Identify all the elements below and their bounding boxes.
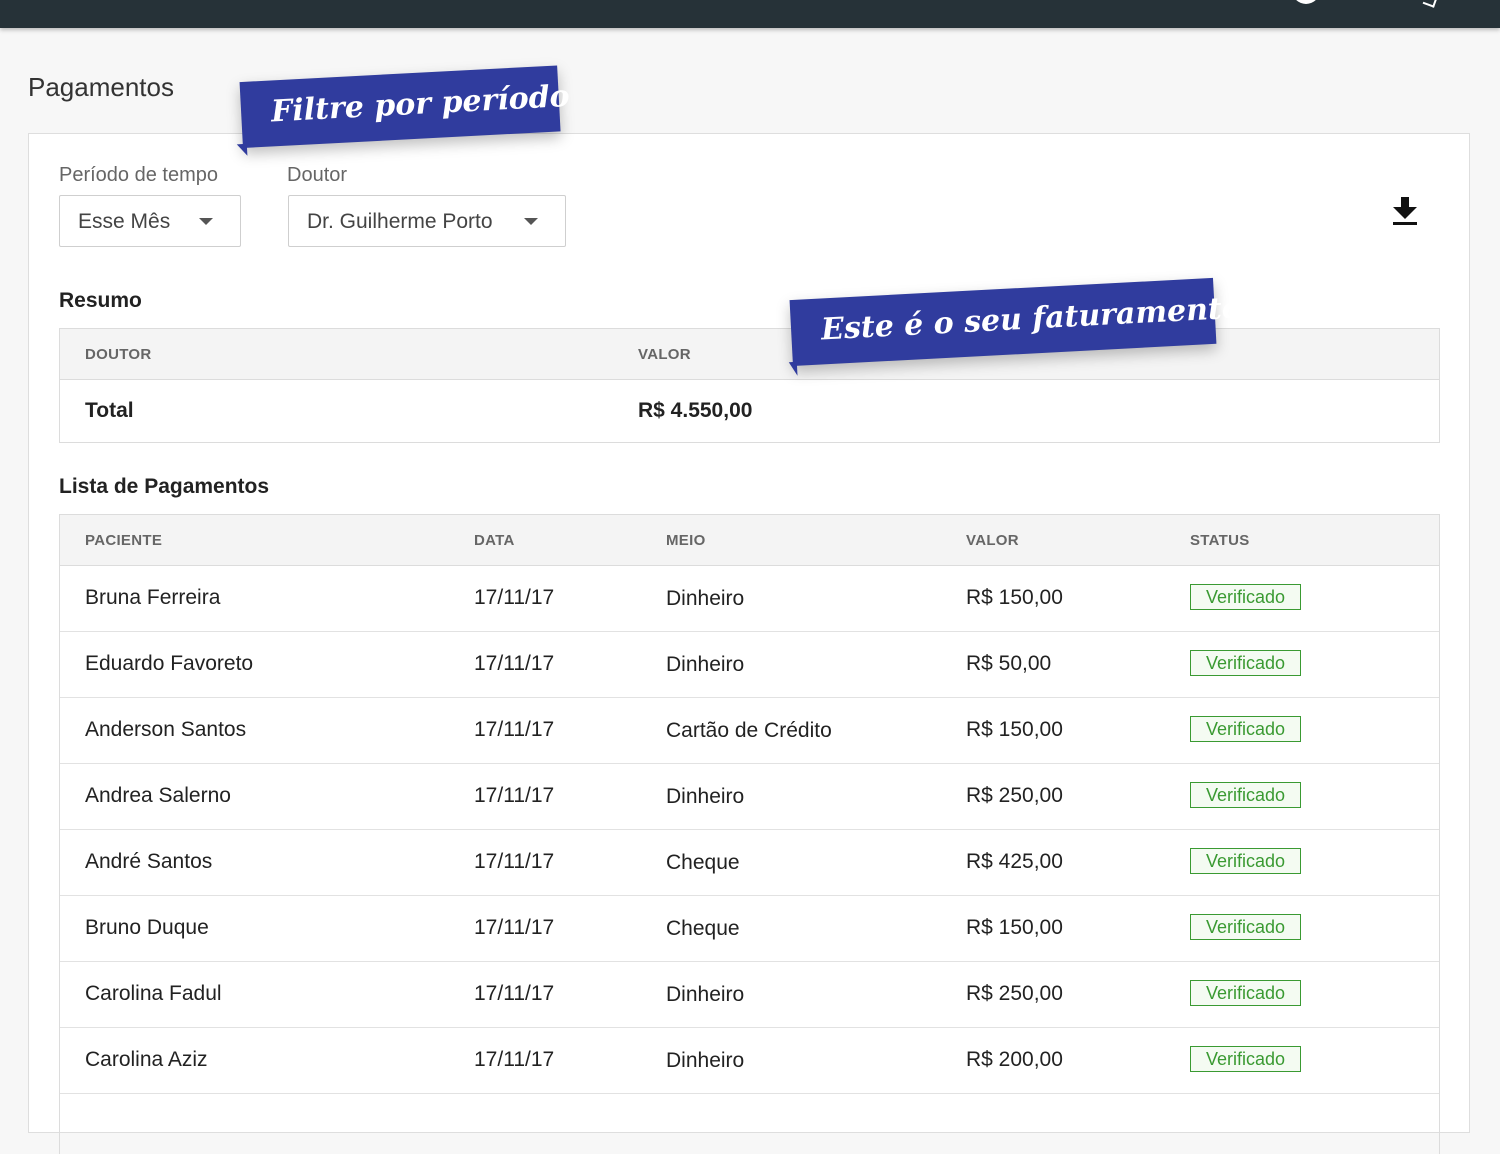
payment-method: Dinheiro xyxy=(666,653,745,676)
callout-pointer xyxy=(236,143,248,157)
payment-value: R$ 50,00 xyxy=(966,652,1052,675)
table-row[interactable]: André Santos 17/11/17 Cheque R$ 425,00 V… xyxy=(60,830,1439,896)
payments-card: Período de tempo Esse Mês Doutor Dr. Gui… xyxy=(28,133,1470,1154)
summary-header: DOUTOR VALOR xyxy=(60,329,1439,380)
payments-header: PACIENTE DATA MEIO VALOR STATUS xyxy=(60,515,1439,566)
status-badge: Verificado xyxy=(1190,1046,1301,1072)
table-row[interactable]: Carolina Aziz 17/11/17 Dinheiro R$ 200,0… xyxy=(60,1028,1439,1094)
payment-value: R$ 250,00 xyxy=(966,982,1063,1005)
col-patient-header: PACIENTE xyxy=(85,532,163,549)
patient-name: Anderson Santos xyxy=(85,718,247,741)
payment-date: 17/11/17 xyxy=(474,784,555,807)
col-date-header: DATA xyxy=(474,532,515,549)
patient-name: Carolina Fadul xyxy=(85,982,222,1005)
chevron-down-icon xyxy=(524,218,538,225)
status-badge: Verificado xyxy=(1190,980,1301,1006)
payment-value: R$ 150,00 xyxy=(966,718,1063,741)
download-icon xyxy=(1393,197,1417,225)
table-row[interactable]: Eduardo Favoreto 17/11/17 Dinheiro R$ 50… xyxy=(60,632,1439,698)
payment-method: Cartão de Crédito xyxy=(666,719,832,742)
payment-method: Cheque xyxy=(666,917,740,940)
col-value-header: VALOR xyxy=(966,532,1019,549)
payment-value: R$ 250,00 xyxy=(966,784,1063,807)
page-title: Pagamentos xyxy=(28,72,174,102)
table-row[interactable]: Bruno Duque 17/11/17 Cheque R$ 150,00 Ve… xyxy=(60,896,1439,962)
period-filter-callout-text: Filtre por período xyxy=(270,78,571,130)
payment-date: 17/11/17 xyxy=(474,1048,555,1071)
summary-table: DOUTOR VALOR Total R$ 4.550,00 xyxy=(59,328,1440,443)
payment-method: Cheque xyxy=(666,851,740,874)
payment-method: Dinheiro xyxy=(666,587,745,610)
status-badge: Verificado xyxy=(1190,584,1301,610)
status-badge: Verificado xyxy=(1190,848,1301,874)
period-select[interactable]: Esse Mês xyxy=(59,195,241,247)
callout-pointer xyxy=(788,361,798,377)
period-label: Período de tempo xyxy=(59,164,218,186)
col-value-header: VALOR xyxy=(638,346,691,363)
col-doctor-header: DOUTOR xyxy=(85,346,152,363)
col-method-header: MEIO xyxy=(666,532,706,549)
doctor-select[interactable]: Dr. Guilherme Porto xyxy=(288,195,566,247)
payment-value: R$ 150,00 xyxy=(966,586,1063,609)
table-row[interactable]: Carolina Fadul 17/11/17 Dinheiro R$ 250,… xyxy=(60,962,1439,1028)
top-app-bar xyxy=(0,0,1500,28)
download-button[interactable] xyxy=(1391,196,1419,226)
payment-date: 17/11/17 xyxy=(474,850,555,873)
status-badge: Verificado xyxy=(1190,650,1301,676)
payment-date: 17/11/17 xyxy=(474,718,555,741)
payment-date: 17/11/17 xyxy=(474,916,555,939)
total-label: Total xyxy=(85,399,134,422)
doctor-select-value: Dr. Guilherme Porto xyxy=(307,210,493,233)
payment-date: 17/11/17 xyxy=(474,652,555,675)
total-value: R$ 4.550,00 xyxy=(638,399,753,422)
status-badge: Verificado xyxy=(1190,782,1301,808)
patient-name: Andrea Salerno xyxy=(85,784,231,807)
patient-name: Bruno Duque xyxy=(85,916,209,939)
table-row[interactable]: Bruna Ferreira 17/11/17 Dinheiro R$ 150,… xyxy=(60,566,1439,632)
payment-value: R$ 200,00 xyxy=(966,1048,1063,1071)
payment-value: R$ 425,00 xyxy=(966,850,1063,873)
table-row[interactable]: Anderson Santos 17/11/17 Cartão de Crédi… xyxy=(60,698,1439,764)
patient-name: Carolina Aziz xyxy=(85,1048,208,1071)
chevron-down-icon xyxy=(199,218,213,225)
revenue-callout-text: Este é o seu faturamento xyxy=(820,290,1243,348)
payments-table: PACIENTE DATA MEIO VALOR STATUS Bruna Fe… xyxy=(59,514,1440,1154)
payment-value: R$ 150,00 xyxy=(966,916,1063,939)
status-badge: Verificado xyxy=(1190,716,1301,742)
summary-total-row: Total R$ 4.550,00 xyxy=(60,380,1439,443)
user-avatar-icon[interactable] xyxy=(1292,0,1320,4)
status-badge: Verificado xyxy=(1190,914,1301,940)
doctor-label: Doutor xyxy=(287,164,348,186)
table-row[interactable]: Andrea Salerno 17/11/17 Dinheiro R$ 250,… xyxy=(60,764,1439,830)
chevron-down-icon[interactable] xyxy=(1422,0,1438,8)
patient-name: Eduardo Favoreto xyxy=(85,652,254,675)
payments-list-title: Lista de Pagamentos xyxy=(59,475,270,498)
summary-title: Resumo xyxy=(59,289,142,312)
patient-name: Bruna Ferreira xyxy=(85,586,221,609)
payment-date: 17/11/17 xyxy=(474,982,555,1005)
payment-date: 17/11/17 xyxy=(474,586,555,609)
payment-method: Dinheiro xyxy=(666,983,745,1006)
col-status-header: STATUS xyxy=(1190,532,1250,549)
period-select-value: Esse Mês xyxy=(78,210,171,233)
payment-method: Dinheiro xyxy=(666,1049,745,1072)
payment-method: Dinheiro xyxy=(666,785,745,808)
patient-name: André Santos xyxy=(85,850,213,873)
